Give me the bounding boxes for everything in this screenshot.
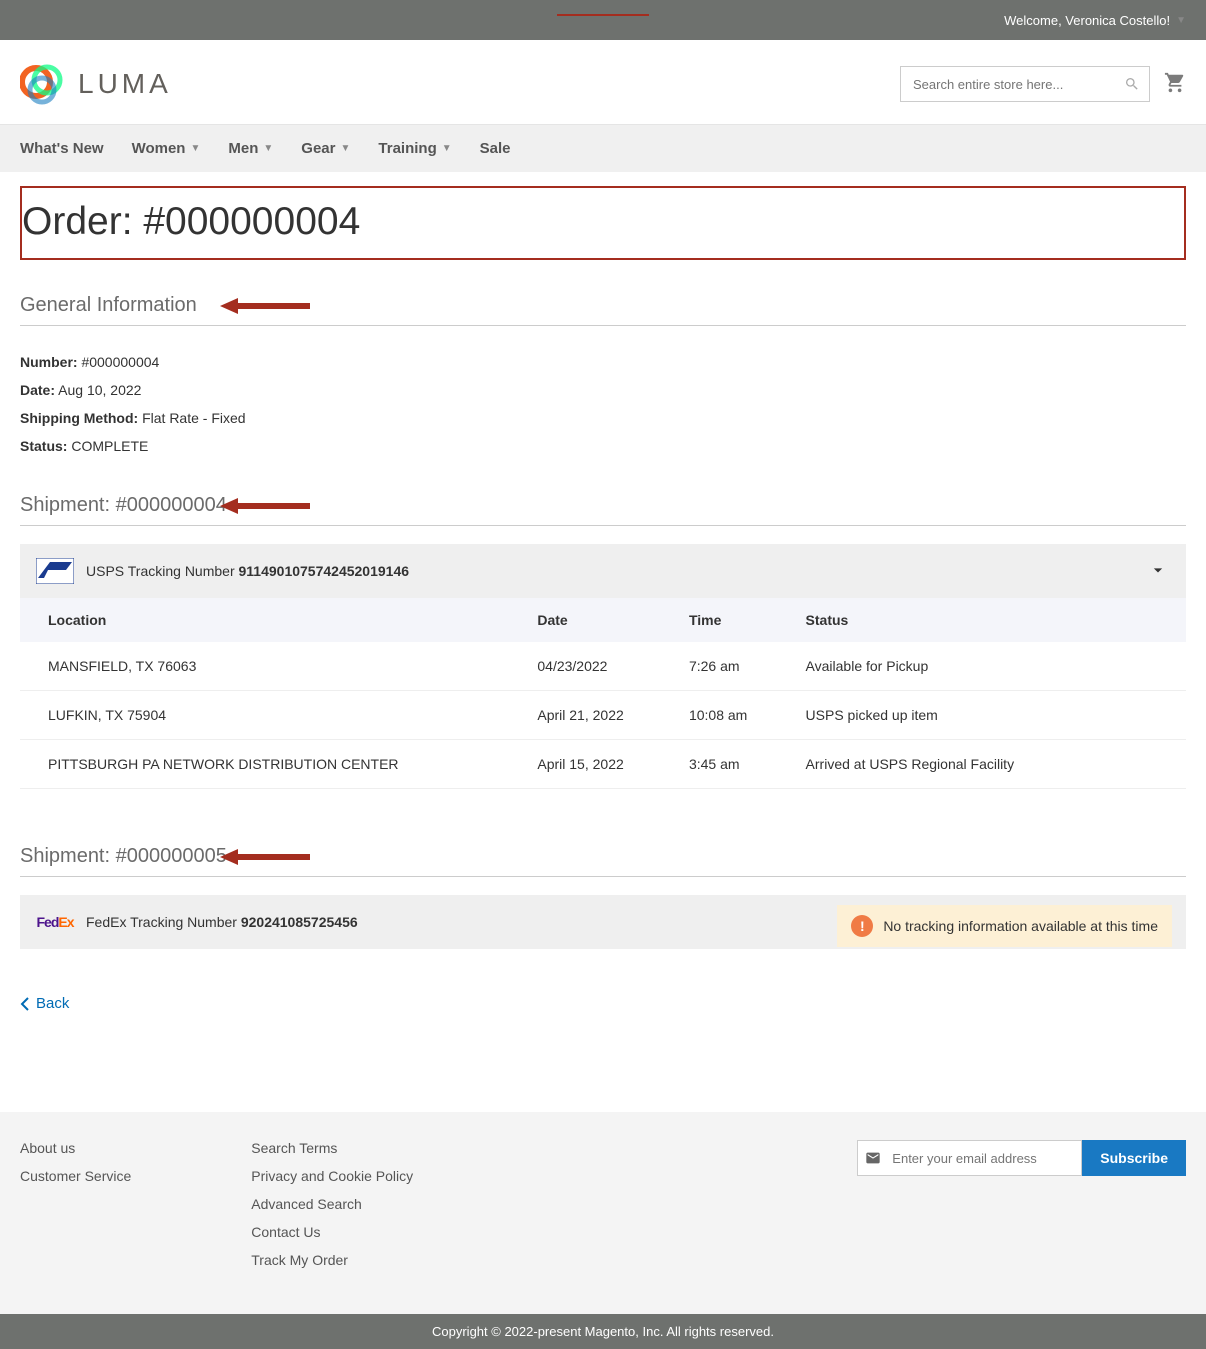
annotation-arrow-icon	[220, 496, 310, 516]
tracking-label: USPS Tracking Number 9114901075742452019…	[86, 563, 409, 579]
nav-men[interactable]: Men▼	[228, 140, 273, 157]
welcome-dropdown[interactable]: Welcome, Veronica Costello! ▼	[1004, 13, 1186, 28]
logo-text: LUMA	[78, 68, 172, 100]
footer-search-terms[interactable]: Search Terms	[251, 1140, 413, 1156]
alert-icon: !	[851, 915, 873, 937]
footer-col-1: About us Customer Service	[20, 1140, 131, 1280]
mail-icon	[865, 1150, 881, 1166]
annotation-arrow-icon	[220, 296, 310, 316]
chevron-down-icon: ▼	[1176, 15, 1186, 26]
general-info-heading: General Information	[20, 294, 1186, 326]
tracking-label: FedEx Tracking Number 920241085725456	[86, 914, 358, 930]
footer-track-order[interactable]: Track My Order	[251, 1252, 413, 1268]
shipment1-heading: Shipment: #000000004	[20, 494, 1186, 526]
table-row: MANSFIELD, TX 76063 04/23/2022 7:26 am A…	[20, 642, 1186, 691]
general-info-list: Number: #000000004 Date: Aug 10, 2022 Sh…	[20, 348, 1186, 460]
footer-newsletter: Subscribe	[857, 1140, 1186, 1280]
info-number: Number: #000000004	[20, 348, 1186, 376]
nav-women[interactable]: Women▼	[132, 140, 201, 157]
chevron-down-icon: ▼	[442, 143, 452, 154]
chevron-down-icon: ▼	[263, 143, 273, 154]
nav-gear[interactable]: Gear▼	[301, 140, 350, 157]
fedex-logo-icon: FedEx	[36, 909, 74, 935]
shipment1-box: USPS Tracking Number 9114901075742452019…	[20, 544, 1186, 789]
shipment2-box: FedEx FedEx Tracking Number 920241085725…	[20, 895, 1186, 949]
col-status: Status	[790, 598, 1186, 642]
main-nav: What's New Women▼ Men▼ Gear▼ Training▼ S…	[0, 124, 1206, 172]
annotation-arrow-icon	[220, 847, 310, 867]
info-shipping: Shipping Method: Flat Rate - Fixed	[20, 404, 1186, 432]
col-date: Date	[521, 598, 673, 642]
chevron-down-icon: ▼	[341, 143, 351, 154]
footer-contact[interactable]: Contact Us	[251, 1224, 413, 1240]
top-bar-accent	[557, 14, 649, 16]
nav-training[interactable]: Training▼	[378, 140, 451, 157]
newsletter-input[interactable]	[857, 1140, 1082, 1176]
luma-logo-icon	[20, 62, 64, 106]
shipment1-tracking-header[interactable]: USPS Tracking Number 9114901075742452019…	[20, 544, 1186, 598]
nav-sale[interactable]: Sale	[480, 140, 511, 157]
search-box	[900, 66, 1150, 102]
tracking-table: Location Date Time Status MANSFIELD, TX …	[20, 598, 1186, 789]
table-row: LUFKIN, TX 75904 April 21, 2022 10:08 am…	[20, 691, 1186, 740]
chevron-left-icon	[20, 997, 30, 1011]
cart-icon	[1164, 72, 1186, 94]
shipment2-heading: Shipment: #000000005	[20, 845, 1186, 877]
col-time: Time	[673, 598, 790, 642]
footer-privacy[interactable]: Privacy and Cookie Policy	[251, 1168, 413, 1184]
footer-col-2: Search Terms Privacy and Cookie Policy A…	[251, 1140, 413, 1280]
footer: About us Customer Service Search Terms P…	[0, 1112, 1206, 1314]
subscribe-button[interactable]: Subscribe	[1082, 1140, 1186, 1176]
cart-button[interactable]	[1164, 72, 1186, 97]
search-input[interactable]	[900, 66, 1150, 102]
col-location: Location	[20, 598, 521, 642]
no-tracking-notice: ! No tracking information available at t…	[837, 905, 1172, 947]
chevron-down-icon: ▼	[190, 143, 200, 154]
back-link[interactable]: Back	[20, 995, 1186, 1012]
info-status: Status: COMPLETE	[20, 432, 1186, 460]
logo[interactable]: LUMA	[20, 62, 172, 106]
nav-whats-new[interactable]: What's New	[20, 140, 104, 157]
page-title: Order: #000000004	[22, 200, 1184, 244]
top-bar: Welcome, Veronica Costello! ▼	[0, 0, 1206, 40]
footer-about[interactable]: About us	[20, 1140, 131, 1156]
chevron-down-icon	[1148, 560, 1168, 580]
copyright: Copyright © 2022-present Magento, Inc. A…	[0, 1314, 1206, 1349]
search-icon	[1124, 76, 1140, 92]
footer-advanced-search[interactable]: Advanced Search	[251, 1196, 413, 1212]
info-date: Date: Aug 10, 2022	[20, 376, 1186, 404]
usps-logo-icon	[36, 558, 74, 584]
main-content: Order: #000000004 General Information Nu…	[0, 172, 1206, 1052]
table-row: PITTSBURGH PA NETWORK DISTRIBUTION CENTE…	[20, 740, 1186, 789]
footer-customer-service[interactable]: Customer Service	[20, 1168, 131, 1184]
header: LUMA	[0, 40, 1206, 124]
welcome-text: Welcome, Veronica Costello!	[1004, 13, 1170, 28]
shipment2-tracking-header[interactable]: FedEx FedEx Tracking Number 920241085725…	[20, 895, 1186, 949]
page-title-highlight: Order: #000000004	[20, 186, 1186, 260]
